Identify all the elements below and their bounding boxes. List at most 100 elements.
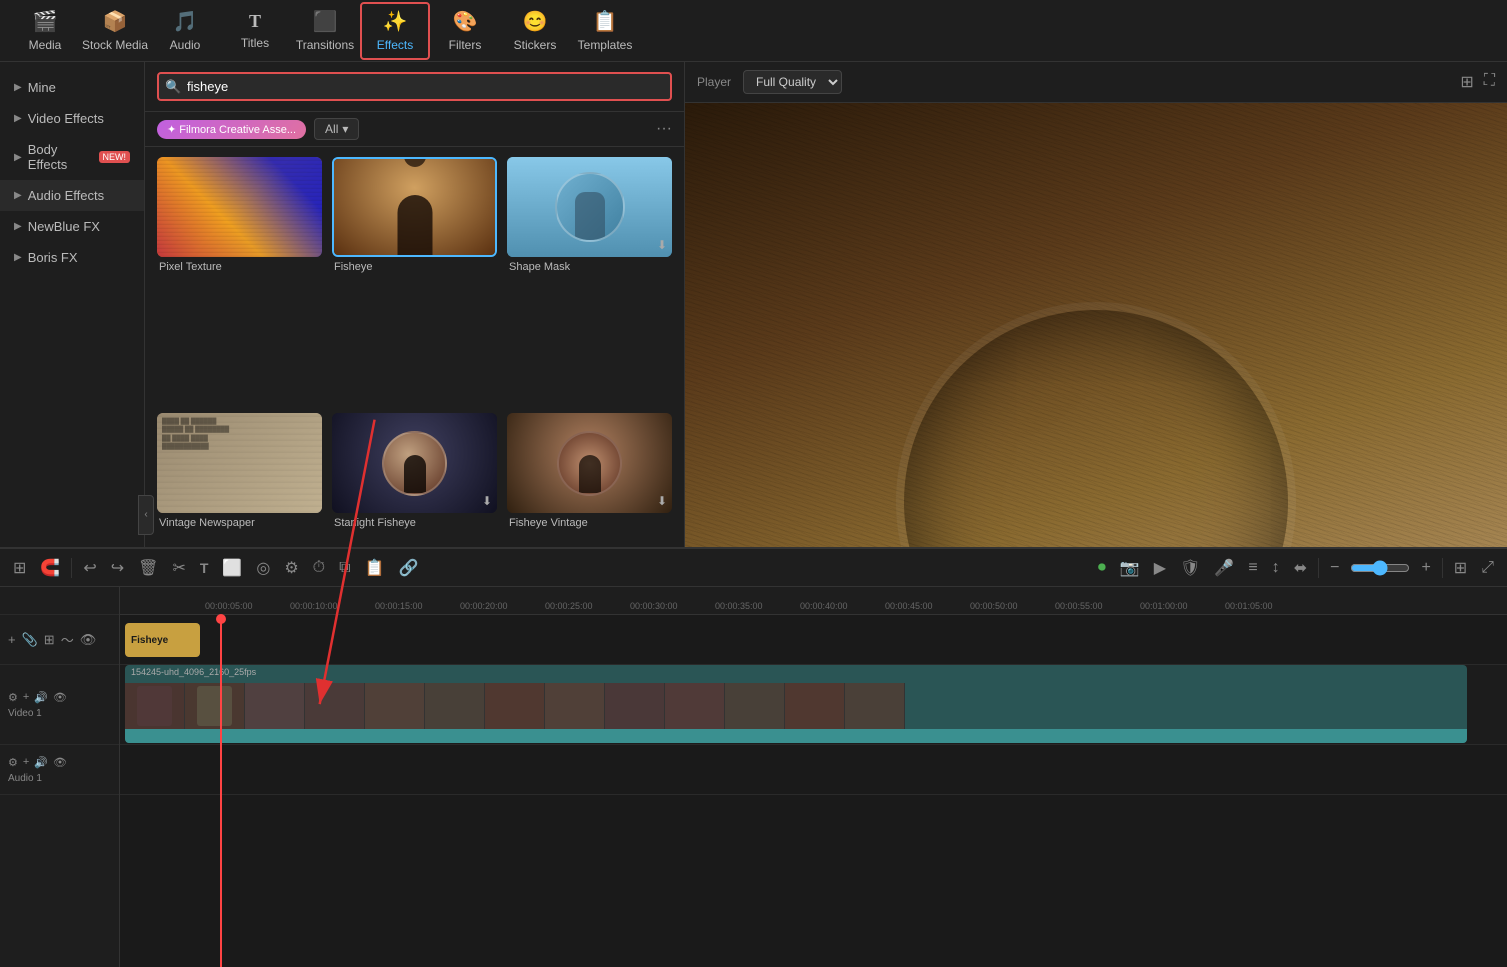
toolbar-item-effects[interactable]: ✨ Effects [360, 2, 430, 60]
zoom-slider[interactable] [1350, 560, 1410, 576]
sidebar-item-newblue-fx[interactable]: ▶ NewBlue FX [0, 211, 144, 242]
toolbar-label-stock: Stock Media [82, 38, 148, 52]
effect-clip[interactable]: Fisheye [125, 623, 200, 657]
eye-icon[interactable]: 👁 [80, 632, 97, 648]
audio-eye-icon[interactable]: 👁 [53, 756, 67, 769]
grid-layout-button[interactable]: ⊞ [10, 555, 29, 581]
sidebar-item-mine[interactable]: ▶ Mine [0, 72, 144, 103]
timer-button[interactable]: ⏱ [310, 556, 328, 580]
sidebar-item-video-effects[interactable]: ▶ Video Effects [0, 103, 144, 134]
toolbar-item-stickers[interactable]: 😊 Stickers [500, 2, 570, 60]
transitions-icon: ⬛ [313, 9, 338, 34]
redo-button[interactable]: ↪ [108, 555, 127, 581]
toolbar-item-templates[interactable]: 📋 Templates [570, 2, 640, 60]
track-eye-icon[interactable]: 👁 [53, 691, 67, 704]
toolbar-item-media[interactable]: 🎬 Media [10, 2, 80, 60]
player-header-icons: ⊞ ⛶ [1460, 72, 1495, 92]
media-icon: 🎬 [33, 9, 58, 34]
video-frame [845, 683, 905, 729]
filter-row: ✦ Filmora Creative Asse... All ▾ ··· [145, 112, 684, 147]
track-label-effects: + 📎 ⊞ 〜 👁 [0, 615, 119, 665]
toolbar-label-effects: Effects [377, 38, 413, 52]
more-options-button[interactable]: ··· [656, 120, 672, 138]
video-frame [725, 683, 785, 729]
mic-button[interactable]: 🎤 [1211, 555, 1237, 581]
video-frame [185, 683, 245, 729]
paste-button[interactable]: 📋 [362, 555, 388, 581]
effect-item-shape-mask[interactable]: ⬇ Shape Mask [507, 157, 672, 403]
title-button[interactable]: T [197, 557, 212, 579]
playhead[interactable] [220, 615, 222, 967]
quality-select[interactable]: Full Quality 1/2 Quality 1/4 Quality [743, 70, 842, 94]
expand-icon[interactable]: ⛶ [1484, 72, 1495, 92]
asset-badge[interactable]: ✦ Filmora Creative Asse... [157, 120, 306, 139]
effects-icon: ✨ [383, 9, 408, 34]
sidebar-item-boris-fx[interactable]: ▶ Boris FX [0, 242, 144, 273]
toolbar-item-filters[interactable]: 🎨 Filters [430, 2, 500, 60]
audio1-track-row [120, 745, 1507, 795]
toolbar-item-titles[interactable]: T Titles [220, 2, 290, 60]
ruler-mark-0: 00:00:05:00 [205, 601, 253, 611]
effect-item-fisheye[interactable]: Fisheye [332, 157, 497, 403]
toolbar-item-transitions[interactable]: ⬛ Transitions [290, 2, 360, 60]
filters-icon: 🎨 [453, 9, 478, 34]
sidebar-item-audio-effects[interactable]: ▶ Audio Effects [0, 180, 144, 211]
toolbar-separator-1 [71, 558, 72, 578]
ai-button[interactable]: ⚙ [281, 555, 301, 581]
video-frame [365, 683, 425, 729]
track-settings-icon[interactable]: ⚙ [8, 691, 18, 704]
effect-thumb-fisheye-vintage: ⬇ [507, 413, 672, 513]
play-tl-button[interactable]: ▶ [1151, 555, 1169, 581]
video-clip-audio-bar [125, 729, 1467, 743]
expand-tl-button[interactable]: ⤢ [1478, 556, 1497, 580]
video-clip-label: 154245-uhd_4096_2160_25fps [131, 667, 256, 677]
video-clip[interactable]: 154245-uhd_4096_2160_25fps [125, 665, 1467, 743]
sidebar-collapse-button[interactable]: ‹ [138, 495, 154, 535]
grid-view-icon[interactable]: ⊞ [1460, 72, 1473, 92]
track-add-icon[interactable]: + [23, 691, 29, 703]
timeline-area: ⊞ 🧲 ↩ ↪ 🗑 ✂ T ⬜ ◎ ⚙ ⏱ ⧉ 📋 🔗 ⏺ 📷 ▶ 🛡 🎤 ≡ … [0, 547, 1507, 967]
audio-add-icon[interactable]: + [23, 756, 29, 768]
layers-button[interactable]: ≡ [1245, 556, 1260, 580]
toolbar-item-audio[interactable]: 🎵 Audio [150, 2, 220, 60]
grid-button[interactable]: ⊞ [1451, 555, 1470, 581]
effect-label-pixel-texture: Pixel Texture [157, 261, 322, 273]
search-bar: 🔍 [145, 62, 684, 112]
copy-button[interactable]: ⧉ [336, 556, 353, 580]
sidebar-item-body-effects[interactable]: ▶ Body Effects NEW! [0, 134, 144, 180]
video-frame [245, 683, 305, 729]
magnet-button[interactable]: 🧲 [37, 555, 63, 581]
audio-volume-icon[interactable]: 🔊 [34, 756, 48, 769]
shield-button[interactable]: 🛡 [1177, 555, 1203, 581]
toolbar-label-titles: Titles [241, 36, 269, 50]
delete-button[interactable]: 🗑 [135, 555, 161, 581]
ruler-mark-11: 00:01:00:00 [1140, 601, 1188, 611]
crop-button[interactable]: ⬜ [219, 555, 245, 581]
cut-button[interactable]: ✂ [169, 555, 188, 581]
audio-settings-icon[interactable]: ⚙ [8, 756, 18, 769]
record-button[interactable]: ⏺ [1095, 556, 1109, 580]
link-button[interactable]: 🔗 [396, 555, 422, 581]
sidebar-label-boris: Boris FX [28, 250, 78, 265]
effect-item-pixel-texture[interactable]: Pixel Texture [157, 157, 322, 403]
camera-button[interactable]: 📷 [1117, 555, 1143, 581]
toolbar-item-stock-media[interactable]: 📦 Stock Media [80, 2, 150, 60]
zoom-in-button[interactable]: + [1418, 556, 1433, 580]
search-input-wrapper: 🔍 [157, 72, 672, 101]
track-volume-icon[interactable]: 🔊 [34, 691, 48, 704]
search-input[interactable] [157, 72, 672, 101]
motion-button[interactable]: ↕ [1269, 556, 1283, 580]
timeline-body: + 📎 ⊞ 〜 👁 ⚙ + 🔊 👁 Video 1 ⚙ [0, 587, 1507, 967]
undo-button[interactable]: ↩ [80, 555, 99, 581]
add-effect-icon[interactable]: + [8, 632, 16, 647]
timeline-ruler: 00:00:05:00 00:00:10:00 00:00:15:00 00:0… [120, 587, 1507, 615]
stretch-button[interactable]: ⬌ [1291, 555, 1310, 581]
zoom-out-button[interactable]: − [1327, 556, 1342, 580]
mask-button[interactable]: ◎ [253, 555, 273, 581]
audio-icon: 🎵 [173, 9, 198, 34]
all-filter-button[interactable]: All ▾ [314, 118, 359, 140]
timeline-toolbar: ⊞ 🧲 ↩ ↪ 🗑 ✂ T ⬜ ◎ ⚙ ⏱ ⧉ 📋 🔗 ⏺ 📷 ▶ 🛡 🎤 ≡ … [0, 549, 1507, 587]
effect-track-row: Fisheye [120, 615, 1507, 665]
search-icon: 🔍 [165, 79, 181, 95]
video-frame [605, 683, 665, 729]
